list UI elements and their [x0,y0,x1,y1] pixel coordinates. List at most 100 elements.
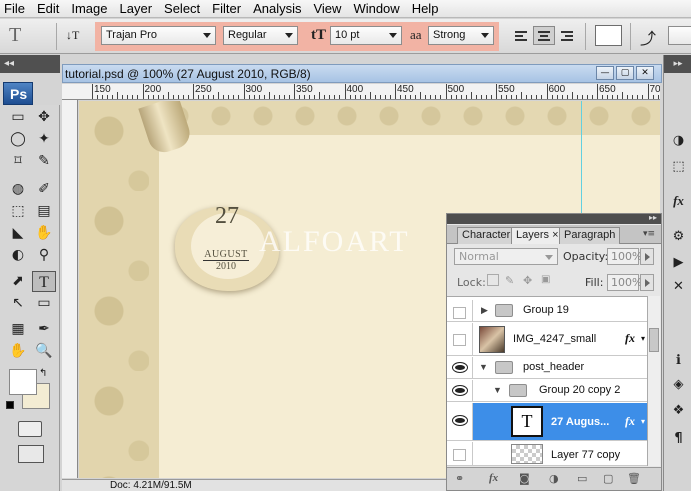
path-selection-tool-icon[interactable]: ↖ [6,293,30,314]
zoom-tool-icon[interactable]: 🔍 [32,341,56,362]
fill-input[interactable]: 100% [607,274,642,291]
channels-panel-icon[interactable]: ◈ [668,375,689,395]
tab-paragraph[interactable]: Paragraph [559,227,621,244]
menu-help[interactable]: Help [412,1,439,16]
opacity-slider-button[interactable] [640,248,654,265]
menu-select[interactable]: Select [164,1,200,16]
menu-view[interactable]: View [313,1,341,16]
swap-colors-icon[interactable]: ↰ [39,368,47,379]
styles-panel-icon[interactable]: fx [668,191,689,211]
new-group-icon[interactable]: ▭ [577,472,587,485]
layer-row-img-4247-small[interactable]: IMG_4247_small fx ▾ [447,323,647,356]
tool-preset-picker[interactable]: T [9,24,37,48]
menu-filter[interactable]: Filter [212,1,241,16]
layer-effects-icon[interactable]: fx [625,414,635,429]
collapse-arrow-icon[interactable]: ▼ [479,362,488,372]
delete-layer-icon[interactable]: 🗑 [627,472,641,485]
collapse-icon[interactable]: ◂◂ [4,58,14,69]
add-layer-style-icon[interactable]: fx [489,472,498,484]
lasso-tool-icon[interactable]: ◯ [6,129,30,150]
visibility-toggle[interactable] [447,357,473,378]
gradient-tool-icon[interactable]: ✋ [32,223,56,244]
date-year-text[interactable]: 2010 [203,261,249,272]
lock-all-icon[interactable]: ▣ [541,274,550,285]
font-size-select[interactable]: 10 pt [330,26,402,45]
add-mask-icon[interactable]: ◙ [519,472,530,485]
eraser-tool-icon[interactable]: ◣ [6,223,30,244]
anti-alias-select[interactable]: Strong [428,26,494,45]
paragraph-panel-icon[interactable]: ¶ [668,429,689,449]
eyedropper-tool-icon[interactable]: ✎ [32,151,56,172]
opacity-input[interactable]: 100% [607,248,642,265]
foreground-color-swatch[interactable] [9,369,37,395]
menu-window[interactable]: Window [353,1,399,16]
brush-tool-icon[interactable]: ✐ [32,179,56,200]
healing-brush-tool-icon[interactable]: ◍ [6,179,30,200]
layers-scrollbar[interactable] [647,296,660,466]
hand-tool-icon[interactable]: ✋ [6,341,30,362]
align-right-button[interactable] [556,26,578,45]
panel-toggle-button[interactable] [668,26,691,45]
panel-menu-icon[interactable]: ▾≡ [643,229,655,239]
blur-tool-icon[interactable]: ◐ [6,245,30,266]
history-brush-tool-icon[interactable]: ▤ [32,201,56,222]
screen-mode-icon[interactable] [18,445,44,463]
tools-presets-panel-icon[interactable]: ✕ [668,277,689,297]
date-day-text[interactable]: 27 [79,203,375,230]
minimize-button[interactable]: — [596,66,614,80]
new-layer-icon[interactable]: ▢ [603,472,613,485]
move-tool-icon[interactable]: ✥ [32,107,56,128]
menu-layer[interactable]: Layer [120,1,153,16]
notes-tool-icon[interactable]: ▦ [6,319,30,340]
lock-position-icon[interactable]: ✥ [523,274,532,287]
collapse-arrow-icon[interactable]: ▼ [493,385,502,395]
visibility-toggle[interactable] [447,323,473,355]
tab-layers[interactable]: Layers × [511,227,564,244]
navigator-panel-icon[interactable]: ⬚ [668,157,689,177]
align-left-button[interactable] [510,26,532,45]
crop-tool-icon[interactable]: ⌑ [6,151,30,172]
lock-transparent-icon[interactable] [487,274,499,286]
date-month-text[interactable]: AUGUST [203,249,249,261]
color-sampler-tool-icon[interactable]: ✒ [32,319,56,340]
layer-row-group-19[interactable]: ▶ Group 19 [447,300,647,322]
layer-row-layer-77-copy[interactable]: Layer 77 copy [447,442,647,466]
layer-row-27-august-2010[interactable]: T 27 Augus... fx ▾ [447,403,647,441]
document-size[interactable]: Doc: 4.21M/91.5M [110,480,192,491]
lock-pixels-icon[interactable]: ✎ [505,274,514,287]
default-colors-icon[interactable] [6,401,14,409]
info-panel-icon[interactable]: ℹ [668,351,689,371]
text-orientation-icon[interactable]: ↓T [66,28,79,43]
scrollbar-thumb[interactable] [649,328,659,352]
visibility-toggle[interactable] [447,300,473,321]
layer-row-group-20-copy-2[interactable]: ▼ Group 20 copy 2 [447,380,647,402]
visibility-toggle[interactable] [447,442,473,465]
text-color-swatch[interactable] [595,25,622,46]
visibility-toggle[interactable] [447,380,473,401]
close-tab-icon[interactable]: × [552,229,558,241]
layers-dock-icon[interactable]: ❖ [668,401,689,421]
effects-expand-icon[interactable]: ▾ [641,334,645,343]
marquee-tool-icon[interactable]: ▭ [6,107,30,128]
type-tool-icon[interactable]: T [32,271,56,292]
menu-analysis[interactable]: Analysis [253,1,301,16]
expand-arrow-icon[interactable]: ▶ [481,305,488,316]
warp-text-icon[interactable]: ⤴ [640,25,656,49]
fill-slider-button[interactable] [640,274,654,291]
visibility-toggle[interactable] [447,403,473,440]
maximize-button[interactable]: ▢ [616,66,634,80]
align-center-button[interactable] [533,26,555,45]
dodge-tool-icon[interactable]: ⚲ [32,245,56,266]
document-title-bar[interactable]: tutorial.psd @ 100% (27 August 2010, RGB… [62,64,662,83]
adjustment-layer-icon[interactable]: ◑ [549,472,559,485]
menu-file[interactable]: File [4,1,25,16]
close-button[interactable]: ✕ [636,66,654,80]
adjustments-panel-icon[interactable]: ⚙ [668,227,689,247]
layer-effects-icon[interactable]: fx [625,331,635,346]
effects-expand-icon[interactable]: ▾ [641,417,645,426]
shape-tool-icon[interactable]: ▭ [32,293,56,314]
dock-header[interactable]: ▸▸ [664,55,691,73]
menu-edit[interactable]: Edit [37,1,59,16]
link-layers-icon[interactable]: ⚭ [455,472,464,485]
layer-row-post-header[interactable]: ▼ post_header [447,357,647,379]
